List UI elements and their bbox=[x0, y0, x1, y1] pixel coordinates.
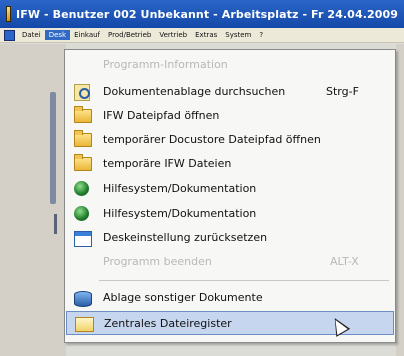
menu-item-label: Hilfesystem/Dokumentation bbox=[103, 182, 257, 195]
menu-bar: Datei Desk Einkauf Prod/Betrieb Vertrieb… bbox=[0, 28, 404, 43]
menu-item-hilfesystem-2[interactable]: Hilfesystem/Dokumentation bbox=[66, 202, 394, 226]
search-document-icon bbox=[74, 84, 90, 101]
menu-item-label: Dokumentenablage durchsuchen bbox=[103, 85, 286, 98]
menu-item-dokumentenablage-durchsuchen[interactable]: Dokumentenablage durchsuchen Strg-F bbox=[66, 80, 394, 104]
menu-vertrieb[interactable]: Vertrieb bbox=[155, 30, 191, 40]
system-menu-icon[interactable] bbox=[4, 29, 15, 41]
folder-icon bbox=[74, 130, 92, 147]
window-title: IFW - Benutzer 002 Unbekannt - Arbeitspl… bbox=[16, 7, 398, 21]
menu-extras[interactable]: Extras bbox=[191, 30, 221, 40]
globe-icon bbox=[74, 206, 89, 221]
background-panel-right bbox=[396, 44, 404, 356]
menu-system[interactable]: System bbox=[221, 30, 255, 40]
menu-separator bbox=[99, 280, 389, 281]
menu-item-label: temporärer Docustore Dateipfad öffnen bbox=[103, 133, 321, 146]
globe-icon bbox=[74, 181, 89, 196]
menu-item-label: Ablage sonstiger Dokumente bbox=[103, 291, 263, 304]
background-panel bbox=[0, 44, 66, 356]
app-icon bbox=[6, 6, 12, 22]
menu-item-label: temporäre IFW Dateien bbox=[103, 157, 232, 170]
menu-item-programm-information[interactable]: Programm-Information bbox=[66, 53, 394, 77]
menu-item-deskeinstellung[interactable]: Deskeinstellung zurücksetzen bbox=[66, 226, 394, 250]
menu-item-label: Programm beenden bbox=[103, 255, 212, 268]
register-icon bbox=[75, 317, 94, 332]
menu-item-programm-beenden[interactable]: Programm beenden ALT-X bbox=[66, 250, 394, 274]
database-icon bbox=[74, 291, 92, 307]
menu-item-label: IFW Dateipfad öffnen bbox=[103, 109, 220, 122]
desk-dropdown-menu: Programm-Information Dokumentenablage du… bbox=[64, 49, 396, 343]
title-bar: IFW - Benutzer 002 Unbekannt - Arbeitspl… bbox=[0, 0, 404, 28]
folder-icon bbox=[74, 154, 92, 171]
menu-item-label: Hilfesystem/Dokumentation bbox=[103, 207, 257, 220]
menu-item-shortcut: Strg-F bbox=[326, 85, 359, 98]
menu-help[interactable]: ? bbox=[255, 30, 267, 40]
menu-item-label: Deskeinstellung zurücksetzen bbox=[103, 231, 268, 244]
menu-item-temporaere-ifw-dateien[interactable]: temporäre IFW Dateien bbox=[66, 152, 394, 176]
menu-item-shortcut: ALT-X bbox=[330, 255, 359, 268]
menu-item-ablage-sonstiger-dokumente[interactable]: Ablage sonstiger Dokumente bbox=[66, 286, 394, 310]
background-scrollbar bbox=[50, 92, 56, 204]
background-marker bbox=[54, 214, 57, 234]
window-icon bbox=[74, 231, 92, 247]
menu-desk[interactable]: Desk bbox=[44, 30, 71, 40]
menu-item-docustore-dateipfad[interactable]: temporärer Docustore Dateipfad öffnen bbox=[66, 128, 394, 152]
menu-item-ifw-dateipfad[interactable]: IFW Dateipfad öffnen bbox=[66, 104, 394, 128]
menu-prod-betrieb[interactable]: Prod/Betrieb bbox=[104, 30, 155, 40]
folder-icon bbox=[74, 106, 92, 123]
menu-datei[interactable]: Datei bbox=[18, 30, 45, 40]
menu-item-label: Programm-Information bbox=[103, 58, 228, 71]
menu-einkauf[interactable]: Einkauf bbox=[70, 30, 104, 40]
menu-item-hilfesystem-1[interactable]: Hilfesystem/Dokumentation bbox=[66, 177, 394, 201]
menu-item-label: Zentrales Dateiregister bbox=[104, 317, 232, 330]
